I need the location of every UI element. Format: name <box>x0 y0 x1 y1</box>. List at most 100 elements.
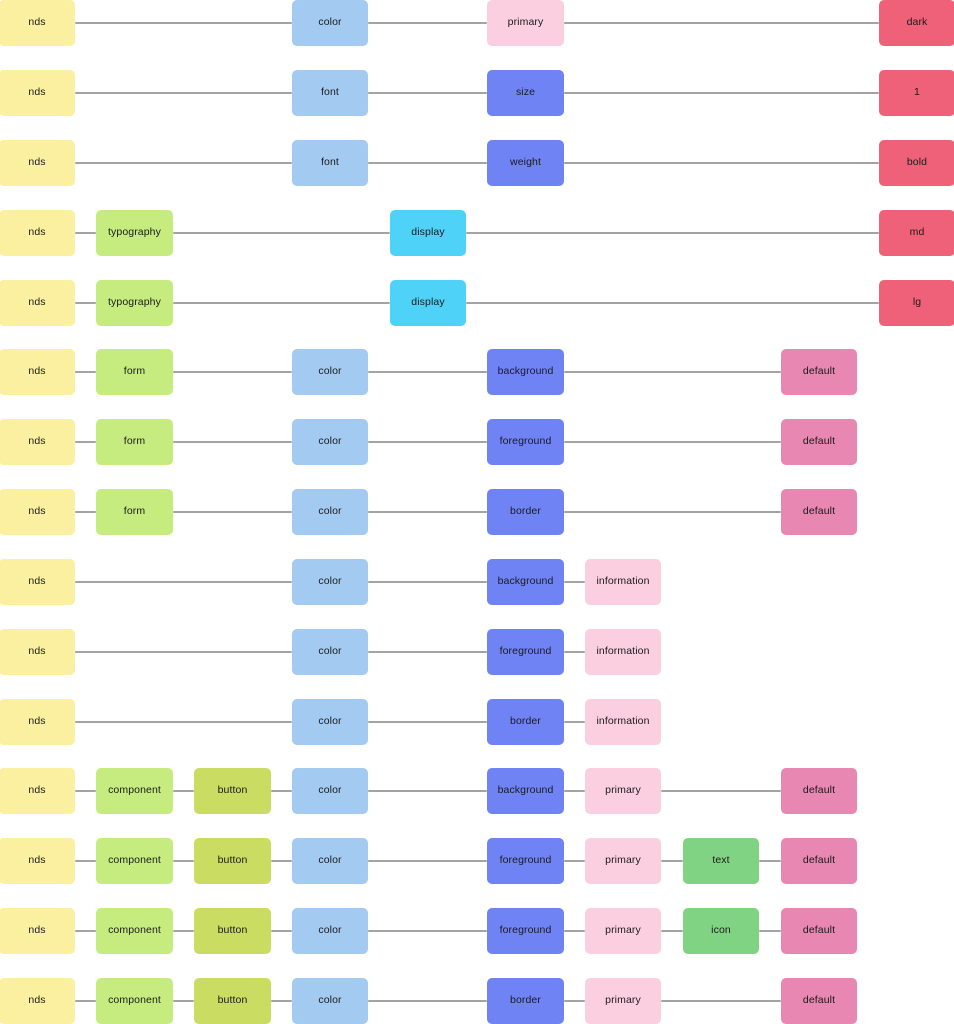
node-group[interactable]: form <box>96 419 173 465</box>
connector-edge <box>564 790 585 792</box>
node-attribute[interactable]: background <box>487 559 564 605</box>
connector-edge <box>564 721 585 723</box>
node-value[interactable]: 1 <box>879 70 954 116</box>
node-value[interactable]: bold <box>879 140 954 186</box>
connector-edge <box>466 232 879 234</box>
node-element[interactable]: button <box>194 838 271 884</box>
node-group[interactable]: typography <box>96 210 173 256</box>
node-group[interactable]: typography <box>96 280 173 326</box>
node-display[interactable]: display <box>390 280 466 326</box>
node-root[interactable]: nds <box>0 838 75 884</box>
node-property[interactable]: font <box>292 140 368 186</box>
connector-edge <box>75 721 292 723</box>
node-attribute[interactable]: foreground <box>487 629 564 675</box>
connector-edge <box>368 371 487 373</box>
node-state[interactable]: default <box>781 489 857 535</box>
node-element[interactable]: button <box>194 768 271 814</box>
node-root[interactable]: nds <box>0 768 75 814</box>
connector-edge <box>75 441 96 443</box>
node-attribute[interactable]: border <box>487 978 564 1024</box>
node-attribute[interactable]: background <box>487 349 564 395</box>
node-property[interactable]: color <box>292 768 368 814</box>
node-variant[interactable]: primary <box>585 978 661 1024</box>
connector-edge <box>368 92 487 94</box>
node-attribute[interactable]: foreground <box>487 908 564 954</box>
node-root[interactable]: nds <box>0 629 75 675</box>
node-variant[interactable]: information <box>585 629 661 675</box>
node-state[interactable]: default <box>781 768 857 814</box>
node-root[interactable]: nds <box>0 978 75 1024</box>
node-root[interactable]: nds <box>0 349 75 395</box>
connector-edge <box>173 441 292 443</box>
node-state[interactable]: default <box>781 349 857 395</box>
connector-edge <box>75 302 96 304</box>
connector-edge <box>271 860 292 862</box>
node-property[interactable]: color <box>292 0 368 46</box>
node-part[interactable]: icon <box>683 908 759 954</box>
node-root[interactable]: nds <box>0 699 75 745</box>
node-property[interactable]: font <box>292 70 368 116</box>
node-property[interactable]: color <box>292 838 368 884</box>
node-attribute[interactable]: foreground <box>487 419 564 465</box>
node-group[interactable]: component <box>96 908 173 954</box>
node-group[interactable]: component <box>96 978 173 1024</box>
token-tree-diagram: nds color primary dark nds font size 1 nds font we… <box>0 0 954 1024</box>
node-variant[interactable]: primary <box>585 768 661 814</box>
node-property[interactable]: color <box>292 559 368 605</box>
node-attribute[interactable]: border <box>487 699 564 745</box>
node-attribute[interactable]: foreground <box>487 838 564 884</box>
node-variant[interactable]: information <box>585 559 661 605</box>
connector-edge <box>661 860 683 862</box>
node-group[interactable]: component <box>96 768 173 814</box>
connector-edge <box>75 790 96 792</box>
node-root[interactable]: nds <box>0 0 75 46</box>
node-variant[interactable]: primary <box>487 0 564 46</box>
connector-edge <box>564 1000 585 1002</box>
node-state[interactable]: default <box>781 978 857 1024</box>
connector-edge <box>75 1000 96 1002</box>
node-root[interactable]: nds <box>0 140 75 186</box>
node-attribute[interactable]: weight <box>487 140 564 186</box>
node-group[interactable]: form <box>96 349 173 395</box>
node-value[interactable]: lg <box>879 280 954 326</box>
connector-edge <box>75 232 96 234</box>
node-state[interactable]: default <box>781 908 857 954</box>
connector-edge <box>564 162 879 164</box>
node-root[interactable]: nds <box>0 280 75 326</box>
node-state[interactable]: default <box>781 838 857 884</box>
node-root[interactable]: nds <box>0 419 75 465</box>
node-root[interactable]: nds <box>0 210 75 256</box>
node-root[interactable]: nds <box>0 70 75 116</box>
node-group[interactable]: component <box>96 838 173 884</box>
node-attribute[interactable]: background <box>487 768 564 814</box>
node-property[interactable]: color <box>292 419 368 465</box>
node-variant[interactable]: primary <box>585 838 661 884</box>
node-root[interactable]: nds <box>0 559 75 605</box>
node-root[interactable]: nds <box>0 489 75 535</box>
node-state[interactable]: default <box>781 419 857 465</box>
node-property[interactable]: color <box>292 908 368 954</box>
node-property[interactable]: color <box>292 349 368 395</box>
node-property[interactable]: color <box>292 489 368 535</box>
node-group[interactable]: form <box>96 489 173 535</box>
connector-edge <box>661 1000 781 1002</box>
node-value[interactable]: md <box>879 210 954 256</box>
connector-edge <box>368 22 487 24</box>
node-property[interactable]: color <box>292 699 368 745</box>
connector-edge <box>564 581 585 583</box>
node-attribute[interactable]: border <box>487 489 564 535</box>
connector-edge <box>564 92 879 94</box>
node-property[interactable]: color <box>292 629 368 675</box>
node-attribute[interactable]: size <box>487 70 564 116</box>
node-value[interactable]: dark <box>879 0 954 46</box>
connector-edge <box>759 860 781 862</box>
node-element[interactable]: button <box>194 908 271 954</box>
connector-edge <box>368 162 487 164</box>
node-display[interactable]: display <box>390 210 466 256</box>
node-variant[interactable]: information <box>585 699 661 745</box>
node-root[interactable]: nds <box>0 908 75 954</box>
node-variant[interactable]: primary <box>585 908 661 954</box>
node-property[interactable]: color <box>292 978 368 1024</box>
node-element[interactable]: button <box>194 978 271 1024</box>
node-part[interactable]: text <box>683 838 759 884</box>
